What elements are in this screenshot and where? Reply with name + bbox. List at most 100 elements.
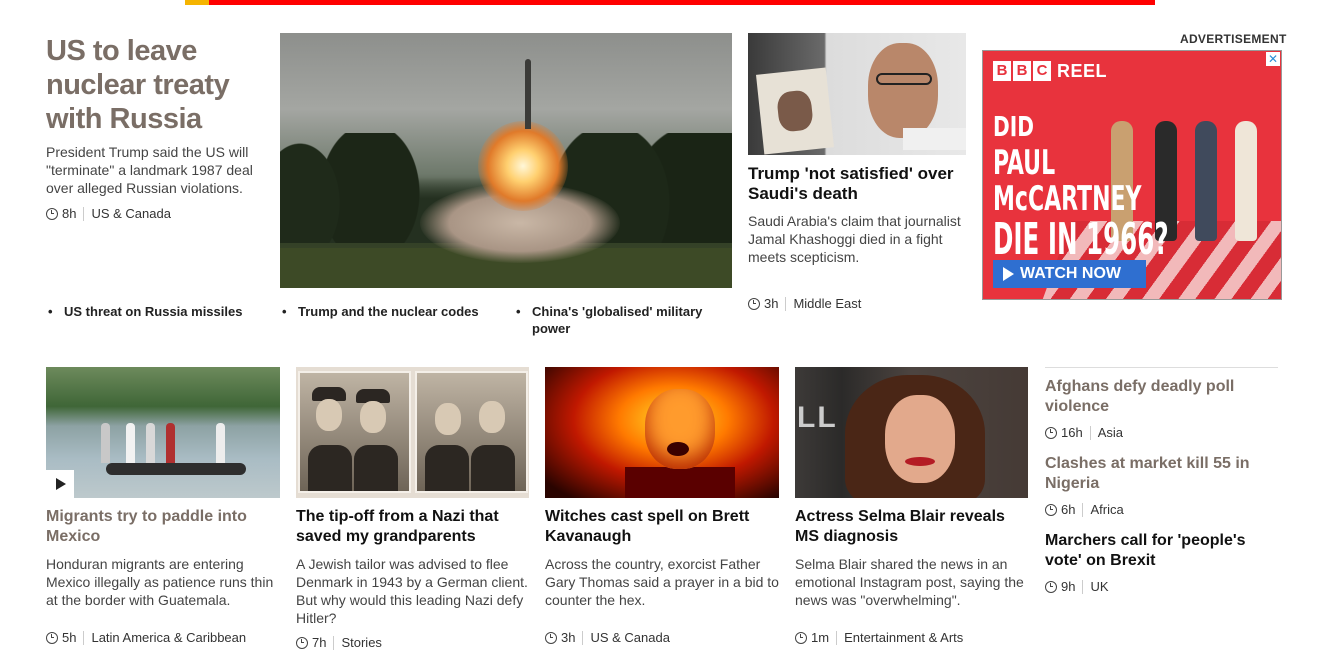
suit bbox=[308, 445, 352, 491]
glasses bbox=[876, 73, 932, 85]
head bbox=[435, 403, 461, 435]
related-link[interactable]: US threat on Russia missiles bbox=[48, 303, 242, 320]
vintage-photo bbox=[298, 371, 411, 493]
face bbox=[885, 395, 955, 483]
section-link[interactable]: Middle East bbox=[793, 296, 861, 311]
list-item-headline[interactable]: Clashes at market kill 55 in Nigeria bbox=[1045, 454, 1278, 494]
clock-icon bbox=[795, 631, 807, 644]
card-headline[interactable]: Witches cast spell on Brett Kavanaugh bbox=[545, 507, 779, 547]
section-link[interactable]: US & Canada bbox=[590, 630, 670, 645]
lead-story-meta: 8h US & Canada bbox=[46, 206, 171, 221]
section-link[interactable]: Latin America & Caribbean bbox=[91, 630, 246, 645]
clock-icon bbox=[1045, 426, 1057, 439]
divider bbox=[1089, 425, 1091, 440]
watch-now-button[interactable]: WATCH NOW bbox=[993, 260, 1146, 288]
clock-icon bbox=[1045, 580, 1057, 593]
ad-headline-line: PAUL McCARTNEY bbox=[993, 143, 1142, 219]
section-link[interactable]: Asia bbox=[1098, 425, 1123, 440]
clock-icon bbox=[545, 631, 557, 644]
lead-story-headline[interactable]: US to leave nuclear treaty with Russia bbox=[46, 34, 266, 136]
banner bbox=[903, 128, 966, 150]
timestamp: 3h bbox=[764, 296, 779, 311]
timestamp: 1m bbox=[811, 630, 830, 645]
card-summary: Honduran migrants are entering Mexico il… bbox=[46, 556, 274, 608]
section-link[interactable]: Entertainment & Arts bbox=[844, 630, 963, 645]
card-headline[interactable]: Actress Selma Blair reveals MS diagnosis bbox=[795, 507, 1028, 547]
head bbox=[479, 401, 505, 433]
advertisement-banner[interactable]: B B C REEL DID PAUL McCARTNEY DIE IN 196… bbox=[982, 50, 1282, 300]
divider bbox=[83, 630, 85, 645]
suit bbox=[471, 445, 515, 491]
card-summary: A Jewish tailor was advised to flee Denm… bbox=[296, 556, 528, 626]
related-link[interactable]: Trump and the nuclear codes bbox=[282, 303, 479, 320]
list-item-headline[interactable]: Marchers call for 'people's vote' on Bre… bbox=[1045, 531, 1278, 571]
lead-story-image[interactable] bbox=[280, 33, 732, 288]
timestamp: 5h bbox=[62, 630, 77, 645]
suit bbox=[425, 445, 469, 491]
clock-icon bbox=[296, 636, 308, 649]
related-link[interactable]: China's 'globalised' military power bbox=[516, 303, 722, 337]
logo-letter: C bbox=[1033, 61, 1051, 81]
watch-now-label: WATCH NOW bbox=[1020, 265, 1122, 282]
secondary-story-summary: Saudi Arabia's claim that journalist Jam… bbox=[748, 213, 961, 265]
card-summary: Selma Blair shared the news in an emotio… bbox=[795, 556, 1024, 608]
person bbox=[101, 423, 110, 463]
backdrop-sign: LL bbox=[797, 401, 838, 434]
card-image-migrants[interactable] bbox=[46, 367, 280, 498]
play-icon bbox=[1003, 267, 1014, 281]
ad-close-icon[interactable]: ✕ bbox=[1266, 52, 1280, 66]
vintage-photo bbox=[415, 371, 528, 493]
list-item-headline[interactable]: Afghans defy deadly poll violence bbox=[1045, 377, 1278, 417]
divider bbox=[1082, 502, 1084, 517]
section-link[interactable]: Stories bbox=[341, 635, 381, 650]
section-link[interactable]: Africa bbox=[1090, 502, 1123, 517]
card-summary: Across the country, exorcist Father Gary… bbox=[545, 556, 779, 608]
card-headline[interactable]: Migrants try to paddle into Mexico bbox=[46, 507, 280, 547]
secondary-story-headline[interactable]: Trump 'not satisfied' over Saudi's death bbox=[748, 164, 968, 204]
ad-headline: DID PAUL McCARTNEY DIE IN 1966? bbox=[993, 109, 1281, 263]
top-accent-tab bbox=[185, 0, 209, 5]
face bbox=[645, 389, 715, 469]
video-play-icon[interactable] bbox=[46, 470, 74, 498]
divider bbox=[1082, 579, 1084, 594]
timestamp: 7h bbox=[312, 635, 327, 650]
section-link[interactable]: US & Canada bbox=[91, 206, 171, 221]
divider bbox=[333, 635, 335, 650]
secondary-story-image[interactable] bbox=[748, 33, 966, 155]
clock-icon bbox=[748, 297, 760, 310]
person bbox=[146, 423, 155, 463]
person bbox=[216, 423, 225, 463]
raft bbox=[106, 463, 246, 475]
divider bbox=[83, 206, 85, 221]
timestamp: 8h bbox=[62, 206, 77, 221]
person bbox=[166, 423, 175, 463]
ad-headline-line: DIE IN 1966? bbox=[993, 214, 1169, 265]
column-divider bbox=[1045, 367, 1278, 368]
logo-letter: B bbox=[1013, 61, 1031, 81]
suit bbox=[625, 467, 735, 498]
suit bbox=[354, 445, 398, 491]
person bbox=[126, 423, 135, 463]
clock-icon bbox=[46, 631, 58, 644]
fireball bbox=[478, 121, 568, 211]
card-image-grandparents[interactable] bbox=[296, 367, 529, 498]
card-meta: 5h Latin America & Caribbean bbox=[46, 630, 246, 645]
head bbox=[316, 399, 342, 431]
clock-icon bbox=[1045, 503, 1057, 516]
list-item-meta: 16h Asia bbox=[1045, 425, 1123, 440]
secondary-story-meta: 3h Middle East bbox=[748, 296, 861, 311]
divider bbox=[582, 630, 584, 645]
section-link[interactable]: UK bbox=[1090, 579, 1108, 594]
card-image-selma-blair[interactable]: LL bbox=[795, 367, 1028, 498]
top-accent-bar bbox=[185, 0, 1155, 5]
list-item-meta: 9h UK bbox=[1045, 579, 1109, 594]
card-image-kavanaugh[interactable] bbox=[545, 367, 779, 498]
card-headline[interactable]: The tip-off from a Nazi that saved my gr… bbox=[296, 507, 529, 547]
clock-icon bbox=[46, 207, 58, 220]
list-item-meta: 6h Africa bbox=[1045, 502, 1124, 517]
head bbox=[360, 401, 386, 433]
divider bbox=[785, 296, 787, 311]
timestamp: 6h bbox=[1061, 502, 1076, 517]
portrait-face bbox=[868, 43, 938, 138]
ad-headline-line: DID bbox=[993, 110, 1034, 143]
